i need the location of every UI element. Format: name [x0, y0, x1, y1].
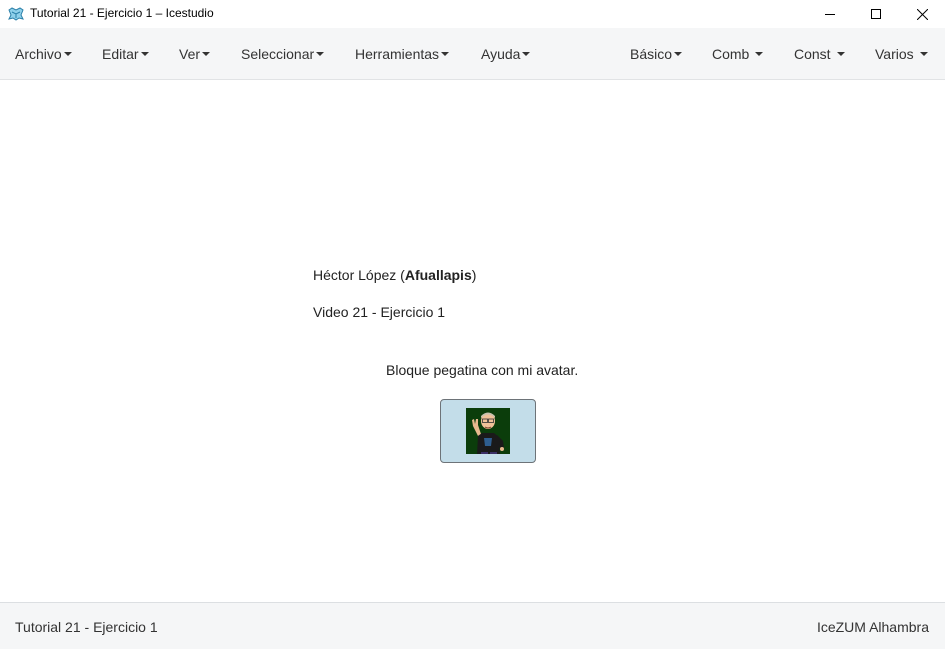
author-close-paren: ) — [471, 267, 477, 283]
maximize-button[interactable] — [853, 0, 899, 28]
caret-down-icon — [674, 52, 683, 57]
menu-ver[interactable]: Ver — [179, 28, 211, 80]
caret-down-icon — [919, 52, 928, 57]
menu-label: Const — [794, 46, 831, 62]
menu-bar: Archivo Editar Ver Seleccionar Herramien… — [0, 28, 945, 80]
menu-label: Varios — [875, 46, 914, 62]
caret-down-icon — [522, 52, 531, 57]
menu-basico[interactable]: Básico — [630, 28, 683, 80]
menu-label: Archivo — [15, 46, 62, 62]
author-name: Héctor López ( — [313, 267, 405, 283]
minimize-icon — [825, 14, 835, 15]
close-icon — [916, 8, 928, 20]
menu-herramientas[interactable]: Herramientas — [355, 28, 450, 80]
minimize-button[interactable] — [807, 0, 853, 28]
menu-label: Ayuda — [481, 46, 521, 62]
author-nickname: Afuallapis — [404, 267, 472, 283]
caret-down-icon — [755, 52, 764, 57]
caret-down-icon — [441, 52, 450, 57]
board-name[interactable]: IceZUM Alhambra — [817, 619, 929, 635]
design-canvas[interactable]: Héctor López (Afuallapis) Video 21 - Eje… — [0, 80, 945, 602]
caption-text[interactable]: Bloque pegatina con mi avatar. — [386, 362, 578, 378]
menu-editar[interactable]: Editar — [102, 28, 149, 80]
menu-archivo[interactable]: Archivo — [15, 28, 72, 80]
menu-label: Comb — [712, 46, 750, 62]
maximize-icon — [871, 9, 881, 19]
menu-const[interactable]: Const — [794, 28, 845, 80]
author-info-text[interactable]: Héctor López (Afuallapis) — [313, 267, 476, 283]
close-button[interactable] — [899, 0, 945, 28]
menu-label: Editar — [102, 46, 139, 62]
avatar-sticker-block[interactable] — [440, 399, 536, 463]
video-info-text[interactable]: Video 21 - Ejercicio 1 — [313, 304, 445, 320]
icestudio-logo-icon — [8, 6, 24, 22]
caret-down-icon — [63, 52, 72, 57]
menu-label: Seleccionar — [241, 46, 315, 62]
menu-label: Ver — [179, 46, 201, 62]
status-bar: Tutorial 21 - Ejercicio 1 IceZUM Alhambr… — [0, 602, 945, 649]
caret-down-icon — [316, 52, 325, 57]
menu-label: Herramientas — [355, 46, 440, 62]
title-bar: Tutorial 21 - Ejercicio 1 – Icestudio — [0, 0, 945, 28]
caret-down-icon — [140, 52, 149, 57]
caret-down-icon — [836, 52, 845, 57]
window-title: Tutorial 21 - Ejercicio 1 – Icestudio — [30, 6, 214, 20]
caret-down-icon — [202, 52, 211, 57]
menu-comb[interactable]: Comb — [712, 28, 764, 80]
menu-seleccionar[interactable]: Seleccionar — [241, 28, 325, 80]
menu-varios[interactable]: Varios — [875, 28, 928, 80]
avatar-image — [466, 408, 510, 454]
menu-ayuda[interactable]: Ayuda — [481, 28, 531, 80]
menu-label: Básico — [630, 46, 673, 62]
project-name: Tutorial 21 - Ejercicio 1 — [15, 619, 158, 635]
